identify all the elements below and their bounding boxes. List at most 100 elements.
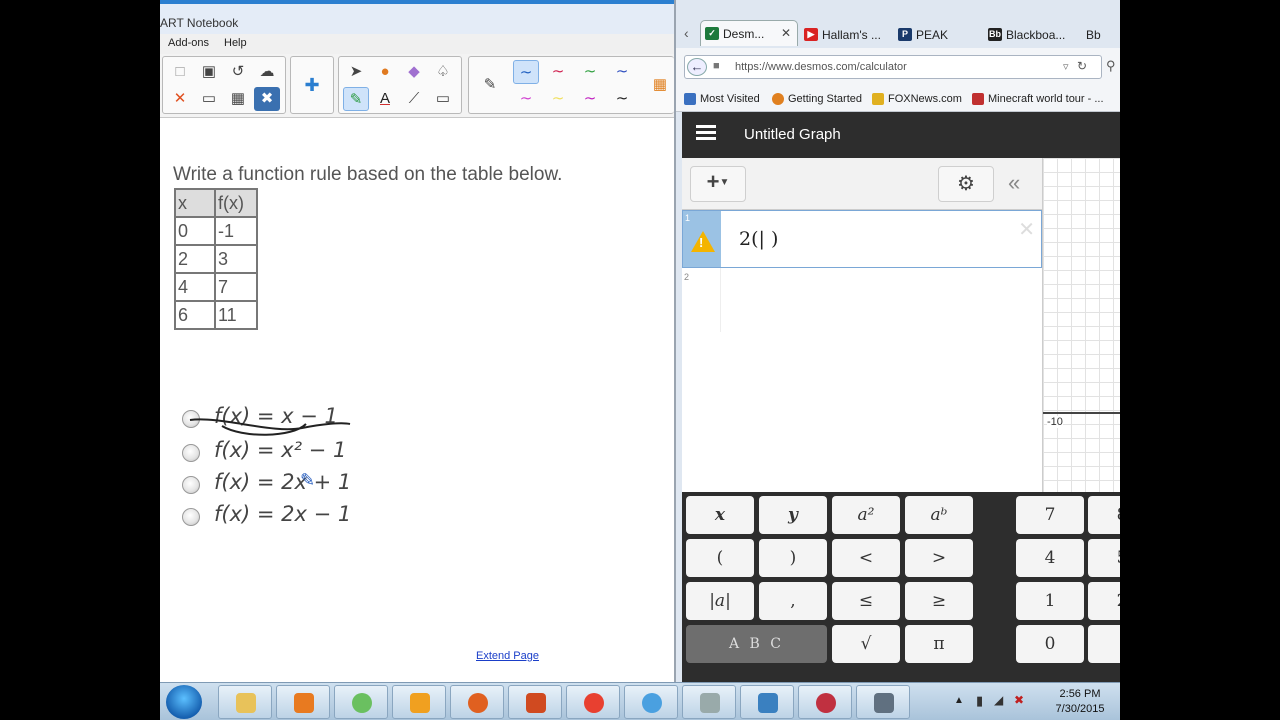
graph-paper[interactable]: -10 (1042, 158, 1120, 492)
collapse-list-icon[interactable]: « (1008, 170, 1020, 196)
key-x[interactable]: x (686, 496, 754, 534)
key-7[interactable]: 7 (1016, 496, 1084, 534)
menu-icon[interactable] (696, 125, 716, 141)
key-1[interactable]: 1 (1016, 582, 1084, 620)
tab-scroll-left-icon[interactable]: ‹ (684, 25, 689, 41)
table-icon[interactable]: ▦ (225, 87, 251, 111)
expression-row[interactable]: 1 ! 2(| ) ✕ (682, 210, 1042, 268)
radio-button[interactable] (182, 444, 200, 462)
pen-style-red[interactable]: ∼ (545, 60, 571, 84)
key-abc[interactable]: A B C (686, 625, 827, 663)
taskbar-explorer[interactable] (218, 685, 272, 719)
notebook-page[interactable]: Write a function rule based on the table… (160, 118, 674, 682)
radio-button[interactable] (182, 508, 200, 526)
back-icon[interactable]: ← (687, 58, 707, 76)
extend-page-link[interactable]: Extend Page (476, 650, 539, 662)
start-button-icon[interactable] (166, 685, 202, 719)
key-4[interactable]: 4 (1016, 539, 1084, 577)
key-comma[interactable]: , (759, 582, 827, 620)
taskbar-phone[interactable] (682, 685, 736, 719)
pen-style-blue[interactable]: ∼ (513, 60, 539, 84)
clock[interactable]: 2:56 PM 7/30/2015 (1044, 687, 1116, 717)
close-square-icon[interactable]: ✖ (254, 87, 280, 111)
key-sqrt[interactable]: √ (832, 625, 900, 663)
taskbar-loading[interactable] (334, 685, 388, 719)
shapes-icon[interactable]: ● (372, 60, 398, 84)
color-palette-icon[interactable]: ▦ (647, 73, 673, 97)
taskbar-powerpoint[interactable] (508, 685, 562, 719)
delete-expression-icon[interactable]: ✕ (1018, 217, 1035, 242)
key-decimal[interactable]: . (1088, 625, 1120, 663)
cloud-icon[interactable]: ☁ (254, 60, 280, 84)
tab-blackboard[interactable]: Bb Blackboa... (984, 22, 1080, 48)
expression-input[interactable]: 2(| ) (739, 228, 778, 250)
key-open-paren[interactable]: ( (686, 539, 754, 577)
network-icon[interactable]: ◢ (994, 693, 1003, 707)
key-less-than[interactable]: < (832, 539, 900, 577)
taskbar-chrome[interactable] (566, 685, 620, 719)
screen-shade-icon[interactable]: ▭ (196, 87, 222, 111)
pen-style-yellow[interactable]: ∼ (545, 87, 571, 111)
screenshot-icon[interactable]: ▣ (196, 60, 222, 84)
eraser-shape-icon[interactable]: ◆ (401, 60, 427, 84)
bookmark-foxnews[interactable]: FOXNews.com (872, 93, 962, 105)
eraser-icon[interactable]: ▭ (430, 87, 456, 111)
dropdown-icon[interactable]: ▿ (1063, 60, 1069, 73)
pen-style-green[interactable]: ∼ (577, 60, 603, 84)
undo-icon[interactable]: ↺ (225, 60, 251, 84)
radio-button[interactable] (182, 476, 200, 494)
pens-icon[interactable]: ✎ (343, 87, 369, 111)
key-2[interactable]: 2 (1088, 582, 1120, 620)
key-close-paren[interactable]: ) (759, 539, 827, 577)
taskbar-itunes[interactable] (624, 685, 678, 719)
taskbar-firefox[interactable] (450, 685, 504, 719)
taskbar-camera[interactable] (856, 685, 910, 719)
pen-icon[interactable]: ✎ (477, 73, 503, 97)
pen-style-dashed[interactable]: ∼ (609, 87, 635, 111)
delete-icon[interactable]: ✕ (167, 87, 193, 111)
pen-style-magenta[interactable]: ∼ (513, 87, 539, 111)
search-icon[interactable]: ⚲ (1106, 58, 1116, 74)
taskbar-media[interactable] (276, 685, 330, 719)
key-geq[interactable]: ≥ (905, 582, 973, 620)
volume-muted-icon[interactable]: ✖ (1014, 693, 1024, 707)
paste-icon[interactable]: □ (167, 60, 193, 84)
text-icon[interactable]: A (372, 87, 398, 111)
tab-blackboard-2[interactable]: Bb (1082, 22, 1120, 48)
key-5[interactable]: 5 (1088, 539, 1120, 577)
menu-add-ons[interactable]: Add-ons (168, 37, 209, 49)
bookmark-getting-started[interactable]: Getting Started (772, 93, 862, 105)
fill-icon[interactable]: ♤ (430, 60, 456, 84)
settings-gear-icon[interactable]: ⚙ (938, 166, 994, 202)
line-icon[interactable]: ⟋ (401, 87, 427, 111)
tab-desmos[interactable]: ✓ Desm... ✕ (700, 20, 798, 46)
puzzle-icon[interactable]: ✚ (299, 73, 325, 97)
key-y[interactable]: y (759, 496, 827, 534)
taskbar-notebook[interactable] (740, 685, 794, 719)
bookmark-minecraft[interactable]: Minecraft world tour - ... (972, 93, 1104, 105)
pen-style-dotted[interactable]: ∼ (577, 87, 603, 111)
key-greater-than[interactable]: > (905, 539, 973, 577)
bookmark-most-visited[interactable]: Most Visited (684, 93, 760, 105)
key-leq[interactable]: ≤ (832, 582, 900, 620)
select-arrow-icon[interactable]: ➤ (343, 60, 369, 84)
pen-style-navy[interactable]: ∼ (609, 60, 635, 84)
close-tab-icon[interactable]: ✕ (781, 26, 791, 40)
key-squared[interactable]: a² (832, 496, 900, 534)
menu-help[interactable]: Help (224, 37, 247, 49)
taskbar-outlook[interactable] (392, 685, 446, 719)
tab-peak[interactable]: P PEAK (894, 22, 980, 48)
expression-row-empty[interactable] (720, 268, 721, 332)
key-power[interactable]: aᵇ (905, 496, 973, 534)
tab-hallams[interactable]: ▶ Hallam's ... (800, 22, 892, 48)
key-pi[interactable]: π (905, 625, 973, 663)
taskbar-snipping[interactable] (798, 685, 852, 719)
reload-icon[interactable]: ↻ (1077, 59, 1087, 73)
show-hidden-icons-icon[interactable]: ▲ (954, 695, 964, 706)
battery-icon[interactable]: ▮ (976, 693, 983, 709)
graph-title[interactable]: Untitled Graph (744, 126, 841, 143)
add-item-button[interactable]: +▼ (690, 166, 746, 202)
key-8[interactable]: 8 (1088, 496, 1120, 534)
key-abs[interactable]: |a| (686, 582, 754, 620)
url-bar[interactable]: ← ■ https://www.desmos.com/calculator ▿ … (684, 55, 1102, 79)
